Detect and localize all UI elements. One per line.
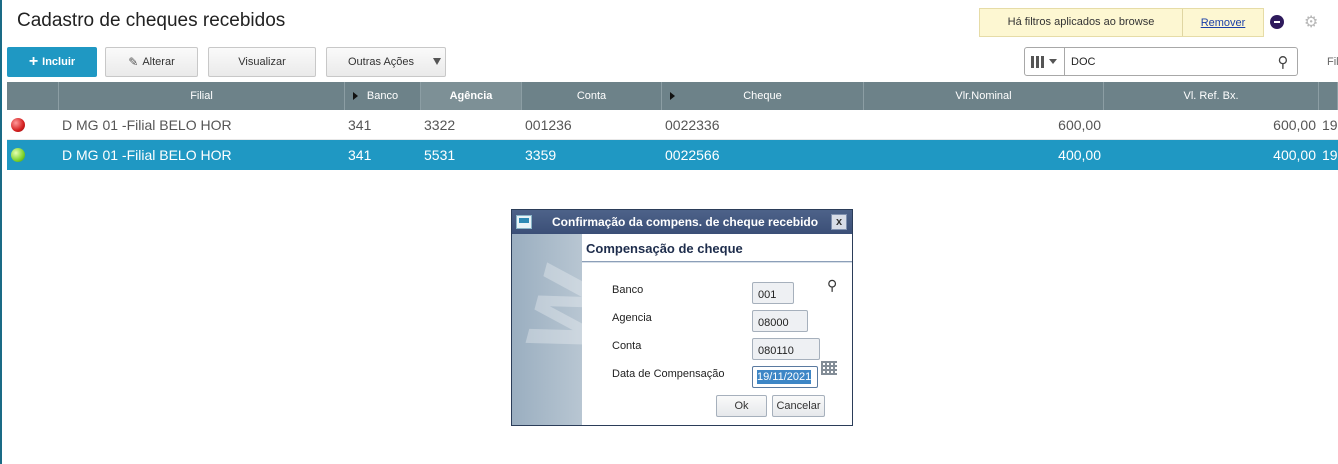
data-compensacao-label: Data de Compensação xyxy=(612,368,725,380)
visualizar-label: Visualizar xyxy=(238,56,286,68)
window-icon xyxy=(516,215,532,229)
pencil-icon: ✎ xyxy=(128,55,139,69)
vl-ref-bx-cell: 400,00 xyxy=(1273,147,1316,163)
extra-cell: 19 xyxy=(1322,147,1338,163)
dialog-side-banner: W xyxy=(512,234,582,425)
agencia-cell: 3322 xyxy=(424,117,456,133)
collapse-icon[interactable] xyxy=(1270,15,1284,29)
extra-cell: 19 xyxy=(1322,117,1338,133)
status-green-icon xyxy=(11,148,25,162)
remove-filter-link[interactable]: Remover xyxy=(1183,17,1263,29)
alterar-label: Alterar xyxy=(142,56,175,68)
grid-header: Filial Banco Agência Conta Cheque Vlr.No… xyxy=(7,82,1338,110)
banco-label: Banco xyxy=(612,284,644,296)
column-header-cheque[interactable]: Cheque xyxy=(662,82,864,110)
agencia-label: Agencia xyxy=(612,312,652,324)
conta-cell: 001236 xyxy=(525,117,572,133)
compensation-dialog: Confirmação da compens. de cheque recebi… xyxy=(511,209,853,426)
alterar-button[interactable]: ✎ Alterar xyxy=(105,47,198,77)
window-left-border xyxy=(0,0,2,464)
gear-icon[interactable]: ⚙ xyxy=(1304,12,1318,32)
filial-cell: D MG 01 -Filial BELO HOR xyxy=(62,147,232,163)
vl-ref-bx-cell: 600,00 xyxy=(1273,117,1316,133)
search-input[interactable] xyxy=(1065,55,1269,68)
column-selector[interactable] xyxy=(1025,48,1065,75)
incluir-button[interactable]: + Incluir xyxy=(7,47,97,77)
sort-arrow-icon xyxy=(670,92,675,100)
conta-label: Conta xyxy=(612,340,642,352)
banco-field[interactable]: 001 xyxy=(752,282,794,304)
cheque-cell: 0022566 xyxy=(665,147,720,163)
agencia-cell: 5531 xyxy=(424,147,456,163)
dialog-body: Compensação de cheque Banco 001 ⚲ Agenci… xyxy=(582,234,852,425)
vlr-nominal-cell: 400,00 xyxy=(1058,147,1101,163)
table-row-selected[interactable]: D MG 01 -Filial BELO HOR 341 5531 3359 0… xyxy=(7,140,1338,170)
status-cell xyxy=(7,140,59,170)
ok-button[interactable]: Ok xyxy=(716,395,767,417)
sort-arrow-icon xyxy=(353,92,358,100)
filial-cell: D MG 01 -Filial BELO HOR xyxy=(62,117,232,133)
search-icon[interactable]: ⚲ xyxy=(827,277,837,294)
search-icon[interactable]: ⚲ xyxy=(1269,53,1297,71)
agencia-field[interactable]: 08000 xyxy=(752,310,808,332)
cancel-button[interactable]: Cancelar xyxy=(772,395,825,417)
outras-acoes-button[interactable]: Outras Ações xyxy=(326,47,446,77)
conta-field[interactable]: 080110 xyxy=(752,338,820,360)
banco-cell: 341 xyxy=(348,117,372,133)
data-compensacao-value: 19/11/2021 xyxy=(757,370,812,384)
column-header-banco[interactable]: Banco xyxy=(345,82,421,110)
status-cell xyxy=(7,110,59,140)
columns-icon xyxy=(1031,55,1044,68)
banco-cell: 341 xyxy=(348,147,372,163)
column-header-filial[interactable]: Filial xyxy=(59,82,345,110)
section-divider xyxy=(582,261,852,263)
plus-icon: + xyxy=(28,53,39,70)
visualizar-button[interactable]: Visualizar xyxy=(208,47,316,77)
column-header-vlr-nominal[interactable]: Vlr.Nominal xyxy=(864,82,1104,110)
search-box: ⚲ xyxy=(1024,47,1298,76)
column-header-status[interactable] xyxy=(7,82,59,110)
conta-cell: 3359 xyxy=(525,147,557,163)
dialog-title-bar[interactable]: Confirmação da compens. de cheque recebi… xyxy=(512,210,852,234)
filter-notice: Há filtros aplicados ao browse Remover xyxy=(979,8,1264,37)
section-title: Compensação de cheque xyxy=(586,241,743,256)
close-button[interactable]: x xyxy=(831,214,847,230)
brand-watermark: W xyxy=(512,255,582,366)
table-row[interactable]: D MG 01 -Filial BELO HOR 341 3322 001236… xyxy=(7,110,1338,140)
dropdown-arrow-icon xyxy=(1049,59,1057,64)
page-title: Cadastro de cheques recebidos xyxy=(17,10,286,31)
data-compensacao-field[interactable]: 19/11/2021 xyxy=(752,366,818,388)
filter-label[interactable]: Fil xyxy=(1327,56,1338,68)
chevron-down-icon xyxy=(433,58,441,65)
cheque-cell: 0022336 xyxy=(665,117,720,133)
column-header-vl-ref-bx[interactable]: Vl. Ref. Bx. xyxy=(1104,82,1319,110)
calendar-icon[interactable] xyxy=(821,361,837,375)
status-red-icon xyxy=(11,118,25,132)
cheques-grid: Filial Banco Agência Conta Cheque Vlr.No… xyxy=(7,82,1338,170)
column-header-agencia[interactable]: Agência xyxy=(421,82,522,110)
column-header-conta[interactable]: Conta xyxy=(522,82,662,110)
filter-notice-message: Há filtros aplicados ao browse xyxy=(980,9,1183,36)
column-header-extra[interactable] xyxy=(1319,82,1338,110)
dialog-title: Confirmação da compens. de cheque recebi… xyxy=(552,215,819,229)
outras-acoes-label: Outras Ações xyxy=(348,56,415,68)
vlr-nominal-cell: 600,00 xyxy=(1058,117,1101,133)
incluir-label: Incluir xyxy=(42,56,76,68)
